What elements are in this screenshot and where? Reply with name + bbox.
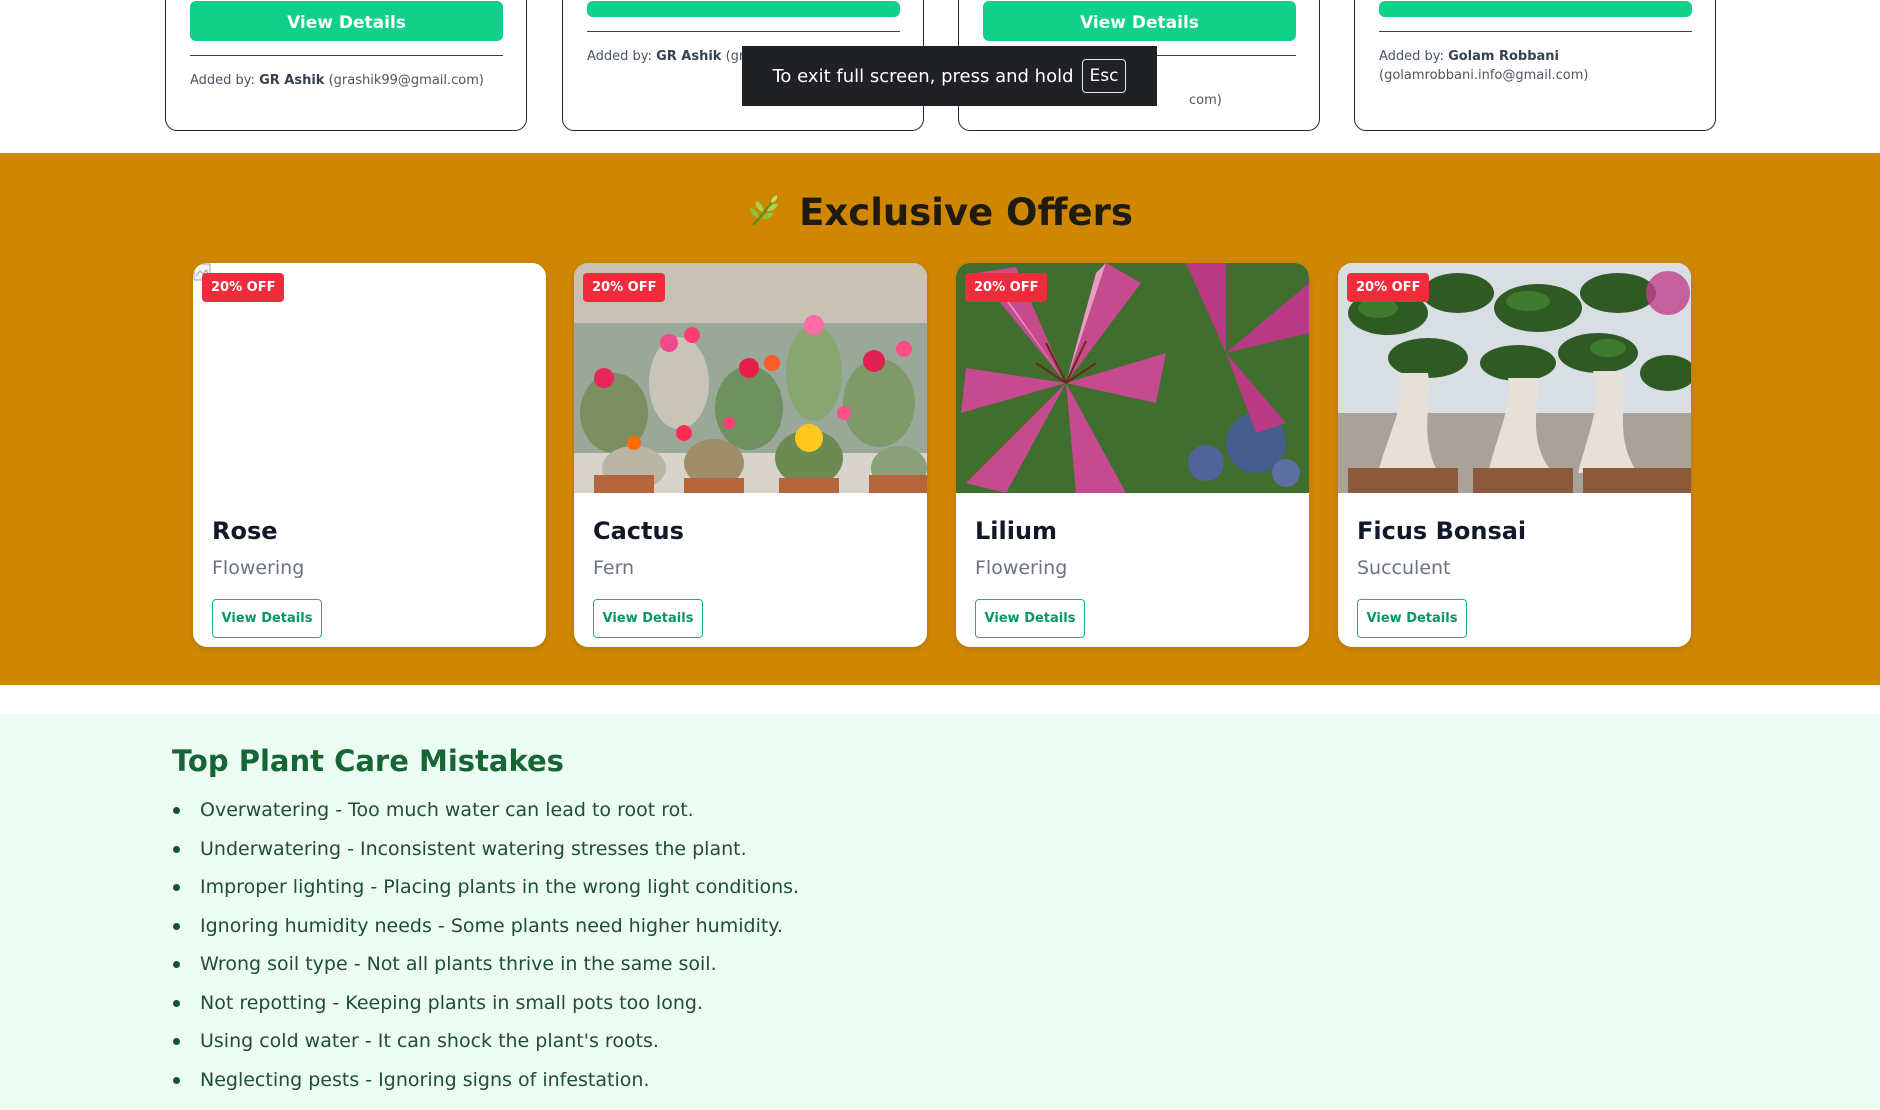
list-item: Wrong soil type - Not all plants thrive …: [172, 952, 799, 991]
added-by-label: Added by:: [587, 49, 652, 64]
offer-category: Fern: [593, 557, 635, 579]
list-item: Underwatering - Inconsistent watering st…: [172, 837, 799, 876]
mistakes-heading: Top Plant Care Mistakes: [172, 744, 564, 778]
offer-category: Succulent: [1357, 557, 1451, 579]
added-by-name: GR Ashik: [656, 49, 722, 64]
esc-key: Esc: [1081, 59, 1127, 93]
discount-badge: 20% OFF: [1347, 273, 1430, 302]
list-item: Neglecting pests - Ignoring signs of inf…: [172, 1068, 799, 1107]
offers-heading: Exclusive Offers: [0, 191, 1880, 234]
fullscreen-exit-toast: To exit full screen, press and hold Esc: [742, 46, 1157, 106]
added-by-email: (golamrobbani.info@gmail.com): [1379, 68, 1589, 83]
offer-category: Flowering: [975, 557, 1068, 579]
view-details-button[interactable]: View Details: [593, 599, 703, 638]
view-details-button[interactable]: View Details: [190, 1, 503, 41]
offer-name: Cactus: [593, 517, 684, 545]
list-item: Ignoring humidity needs - Some plants ne…: [172, 914, 799, 953]
exclusive-offers-section: Exclusive Offers 20% OFF Rose Flowering …: [0, 153, 1880, 685]
list-item: Not repotting - Keeping plants in small …: [172, 991, 799, 1030]
toast-text: To exit full screen, press and hold: [772, 65, 1074, 87]
plant-care-mistakes-section: Top Plant Care Mistakes Overwatering - T…: [0, 714, 1880, 1110]
offer-name: Lilium: [975, 517, 1058, 545]
mistakes-list: Overwatering - Too much water can lead t…: [172, 798, 799, 1106]
added-by-name: Golam Robbani: [1448, 49, 1560, 64]
card-divider: [587, 31, 900, 32]
plant-card: View Details Added by: GR Ashik (grashik…: [165, 0, 527, 131]
offer-name: Ficus Bonsai: [1357, 517, 1527, 545]
added-by-email: (grashik99@gmail.com): [328, 73, 484, 88]
offer-card-rose: 20% OFF Rose Flowering View Details: [193, 263, 546, 647]
added-by-label: Added by:: [190, 73, 255, 88]
view-details-button[interactable]: [1379, 1, 1692, 17]
view-details-button[interactable]: [587, 1, 900, 17]
added-by-label: Added by:: [1379, 49, 1444, 64]
view-details-button[interactable]: View Details: [983, 1, 1296, 41]
leaf-icon: [750, 195, 779, 226]
offers-title-text: Exclusive Offers: [799, 191, 1133, 234]
list-item: Using cold water - It can shock the plan…: [172, 1029, 799, 1068]
plant-card: Added by: Golam Robbani (golamrobbani.in…: [1354, 0, 1716, 131]
offer-card-ficus-bonsai: 20% OFF Ficus Bonsai Succulent View Deta…: [1338, 263, 1691, 647]
discount-badge: 20% OFF: [583, 273, 666, 302]
discount-badge: 20% OFF: [965, 273, 1048, 302]
added-by-info: Added by: Golam Robbani (golamrobbani.in…: [1379, 47, 1699, 85]
card-divider: [190, 55, 503, 56]
card-divider: [1379, 31, 1692, 32]
offer-category: Flowering: [212, 557, 305, 579]
offer-card-cactus: 20% OFF Cactus Fern View Details: [574, 263, 927, 647]
added-by-name: GR Ashik: [259, 73, 325, 88]
list-item: Overwatering - Too much water can lead t…: [172, 798, 799, 837]
list-item: Improper lighting - Placing plants in th…: [172, 875, 799, 914]
added-by-info: Added by: GR Ashik (grashik99@gmail.com): [190, 71, 510, 90]
view-details-button[interactable]: View Details: [975, 599, 1085, 638]
discount-badge: 20% OFF: [202, 273, 285, 302]
offer-card-lilium: 20% OFF Lilium Flowering View Details: [956, 263, 1309, 647]
view-details-button[interactable]: View Details: [1357, 599, 1467, 638]
offer-name: Rose: [212, 517, 278, 545]
view-details-button[interactable]: View Details: [212, 599, 322, 638]
